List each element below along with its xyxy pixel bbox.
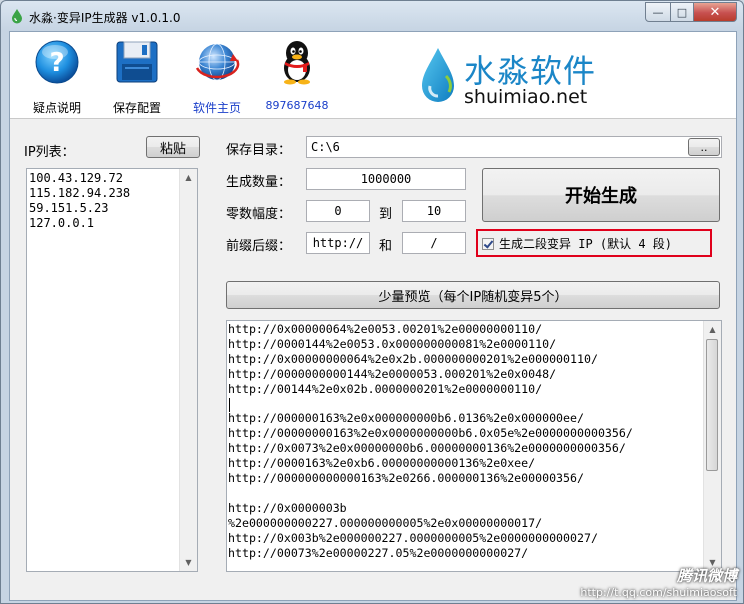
minimize-button[interactable]: —: [645, 2, 671, 22]
save-dir-label: 保存目录：: [226, 143, 292, 158]
list-item: 59.151.5.23: [29, 201, 109, 215]
brand-site: shuimiao.net: [464, 86, 588, 108]
save-config-label: 保存配置: [112, 101, 161, 115]
list-item: http://0x0073%2e0x00000000b6.00000000136…: [228, 441, 626, 456]
watermark-url: http://t.qq.com/shuimiaosoft: [580, 586, 737, 599]
scroll-up-arrow-icon[interactable]: ▲: [704, 321, 721, 338]
tencent-weibo-watermark: 腾讯微博 http://t.qq.com/shuimiaosoft: [580, 565, 737, 599]
app-droplet-icon: [12, 9, 22, 24]
help-tool[interactable]: ? 疑点说明: [22, 38, 92, 116]
count-label: 生成数量：: [226, 175, 292, 190]
preview-output-textarea[interactable]: http://0x00000064%2e0053.00201%2e0000000…: [226, 320, 722, 572]
preview-output-lines: http://0x00000064%2e0053.00201%2e0000000…: [228, 322, 633, 561]
list-item: http://00144%2e0x02b.0000000201%2e000000…: [228, 381, 543, 396]
preview-scrollbar[interactable]: ▲ ▼: [703, 321, 721, 571]
list-item: http://000000163%2e0x000000000b6.0136%2e…: [228, 411, 584, 426]
ip-list-scrollbar[interactable]: ▲ ▼: [179, 169, 197, 571]
list-item: http://0x00000000064%2e0x2b.000000000201…: [228, 351, 598, 366]
to-label: 到: [379, 207, 393, 222]
list-item: [228, 486, 633, 501]
close-button[interactable]: ✕: [694, 2, 737, 22]
help-icon: ?: [35, 40, 79, 84]
prefix-input[interactable]: http://: [306, 232, 370, 254]
watermark-title: 腾讯微博: [676, 567, 737, 585]
ip-list-label: IP列表：: [24, 145, 75, 160]
text-caret: [229, 398, 230, 412]
start-generate-button[interactable]: 开始生成: [482, 168, 720, 222]
paste-button[interactable]: 粘贴: [146, 136, 200, 158]
scrollbar-thumb[interactable]: [706, 339, 718, 471]
save-dir-input[interactable]: C:\6: [306, 136, 722, 158]
two-segment-label: 生成二段变异 IP (默认 4 段): [499, 237, 673, 251]
ip-list-lines: 100.43.129.72 115.182.94.238 59.151.5.23 12…: [29, 171, 130, 231]
two-segment-checkbox[interactable]: [482, 237, 494, 250]
list-item: http://0000163%2e0xb6.00000000000136%2e0…: [228, 456, 536, 471]
scroll-down-arrow-icon[interactable]: ▼: [180, 554, 197, 571]
list-item: 100.43.129.72: [29, 171, 123, 185]
qq-tool[interactable]: 897687648: [262, 38, 332, 112]
qq-number-label: 897687648: [265, 99, 329, 112]
water-drop-logo-icon: [422, 48, 454, 102]
scroll-up-arrow-icon[interactable]: ▲: [180, 169, 197, 186]
zero-range-label: 零数幅度：: [226, 207, 292, 222]
svg-text:?: ?: [49, 48, 64, 78]
list-item: [228, 397, 633, 412]
list-item: http://00000000163%2e0x0000000000b6.0x05…: [228, 426, 633, 441]
homepage-label: 软件主页: [192, 101, 241, 115]
list-item: http://0x00000064%2e0053.00201%2e0000000…: [228, 322, 543, 336]
and-label: 和: [379, 239, 393, 254]
list-item: 115.182.94.238: [29, 186, 131, 200]
floppy-disk-icon: [116, 41, 158, 83]
brand-logo: 水淼软件 shuimiao.net: [416, 40, 626, 110]
list-item: http://00073%2e00000227.05%2e00000000000…: [228, 545, 529, 560]
main-panel: ? 疑点说明 保存配置 软件主页 897687648 水淼软件 shuimiao…: [9, 31, 737, 601]
suffix-input[interactable]: /: [402, 232, 466, 254]
ip-list-textarea[interactable]: 100.43.129.72 115.182.94.238 59.151.5.23 12…: [26, 168, 198, 572]
list-item: http://0x0000003b: [228, 500, 347, 515]
zero-min-input[interactable]: 0: [306, 200, 370, 222]
list-item: http://0000144%2e0053.0x000000000081%2e0…: [228, 336, 557, 351]
title-bar[interactable]: 水淼·变异IP生成器 v1.0.1.0 — □ ✕: [1, 1, 743, 31]
zero-max-input[interactable]: 10: [402, 200, 466, 222]
affix-label: 前缀后缀：: [226, 239, 292, 254]
list-item: http://0000000000144%2e0000053.000201%2e…: [228, 366, 557, 381]
globe-icon: [195, 43, 240, 81]
qq-penguin-icon: [284, 41, 310, 85]
window-title: 水淼·变异IP生成器 v1.0.1.0: [29, 11, 181, 25]
window-controls: — □ ✕: [645, 2, 737, 22]
toolbar: ? 疑点说明 保存配置 软件主页 897687648 水淼软件 shuimiao…: [10, 32, 736, 119]
list-item: 127.0.0.1: [29, 216, 95, 230]
preview-button[interactable]: 少量预览（每个IP随机变异5个）: [226, 281, 720, 309]
list-item: http://000000000000163%2e0266.000000136%…: [228, 471, 584, 486]
app-window: 水淼·变异IP生成器 v1.0.1.0 — □ ✕ ? 疑点说明 保存配置 软件…: [0, 0, 744, 604]
help-label: 疑点说明: [32, 101, 81, 115]
count-input[interactable]: 1000000: [306, 168, 466, 190]
list-item: %2e000000000227.000000000005%2e0x0000000…: [228, 515, 543, 530]
list-item: http://0x003b%2e000000227.0000000005%2e0…: [228, 530, 598, 545]
save-config-tool[interactable]: 保存配置: [102, 38, 172, 116]
homepage-tool[interactable]: 软件主页: [182, 38, 252, 116]
two-segment-checkbox-row[interactable]: 生成二段变异 IP (默认 4 段): [482, 235, 672, 252]
maximize-button[interactable]: □: [671, 2, 694, 22]
browse-button[interactable]: ..: [688, 138, 720, 156]
